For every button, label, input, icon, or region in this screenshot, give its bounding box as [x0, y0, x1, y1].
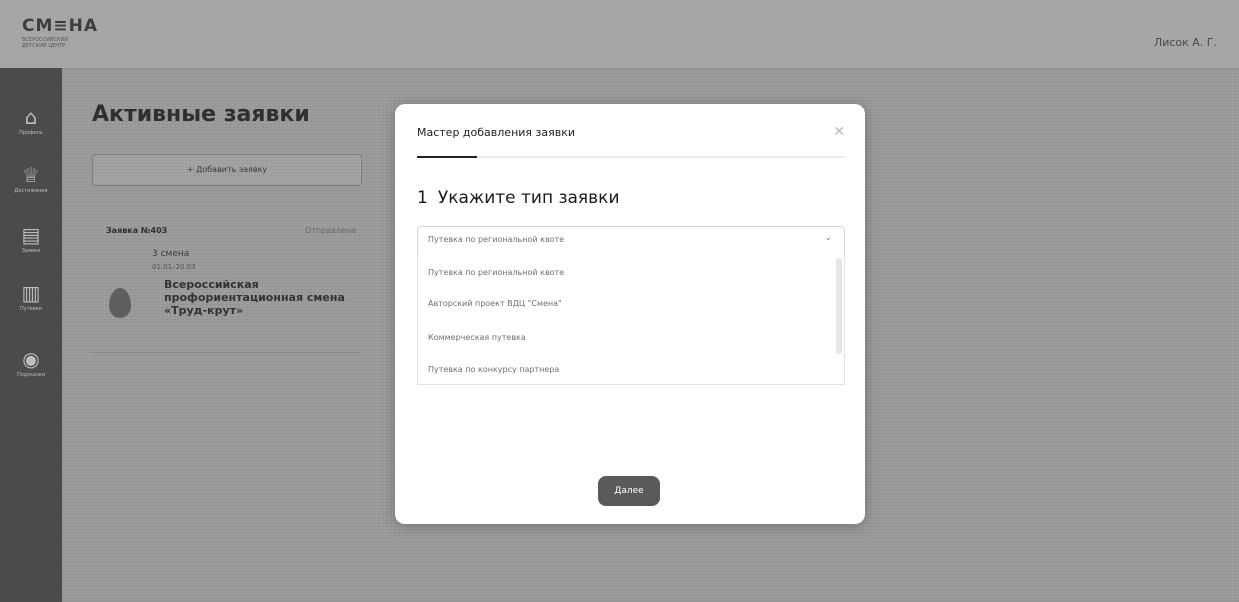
step-number: 1: [417, 188, 428, 208]
top-bar: СМ≡НА ВСЕРОССИЙСКИЙ ДЕТСКИЙ ЦЕНТР Лисок …: [0, 0, 1239, 69]
program-icon: [109, 288, 131, 318]
user-name[interactable]: Лисок А. Г.: [1154, 36, 1217, 49]
sidebar-item-label: Подсказки: [16, 372, 46, 378]
sidebar-item-label: Путевки: [20, 306, 42, 312]
application-number: Заявка №403: [106, 226, 168, 235]
option-regional-quota[interactable]: Путевка по региональной квоте: [428, 268, 564, 277]
select-value: Путевка по региональной квоте: [428, 235, 565, 244]
next-button[interactable]: Далее: [598, 476, 660, 506]
dropdown-options: Путевка по региональной квоте Авторский …: [417, 254, 845, 385]
wizard-progress: [417, 156, 845, 158]
page-title: Активные заявки: [92, 102, 310, 127]
sidebar-item-vouchers[interactable]: ▥ Путевки: [0, 282, 62, 313]
sidebar: ⌂ Профиль ♕ Достижения ▤ Заявки ▥ Путевк…: [0, 68, 62, 602]
voucher-icon: ▥: [21, 281, 41, 305]
chevron-up-icon[interactable]: ⌄: [824, 233, 832, 243]
trophy-icon: ♕: [22, 163, 40, 187]
profile-icon: ⌂: [24, 105, 38, 129]
dropdown-scrollbar[interactable]: [836, 258, 842, 354]
application-type-select[interactable]: Путевка по региональной квоте ⌄: [417, 226, 845, 256]
program-name[interactable]: Всероссийская профориентационная смена «…: [164, 278, 354, 317]
sidebar-item-profile[interactable]: ⌂ Профиль: [0, 106, 62, 137]
option-commercial[interactable]: Коммерческая путевка: [428, 333, 526, 342]
option-partner-contest[interactable]: Путевка по конкурсу партнера: [428, 365, 559, 374]
logo: СМ≡НА ВСЕРОССИЙСКИЙ ДЕТСКИЙ ЦЕНТР: [22, 16, 99, 50]
wizard-progress-fill: [417, 156, 477, 158]
add-application-button[interactable]: + Добавить заявку: [92, 154, 362, 186]
document-icon: ▤: [21, 223, 41, 247]
sidebar-item-applications[interactable]: ▤ Заявки: [0, 224, 62, 255]
shift-dates: 01.01–20.03: [152, 263, 196, 271]
add-application-modal: Мастер добавления заявки ✕ 1 Укажите тип …: [395, 104, 865, 524]
divider: [92, 352, 360, 353]
sidebar-item-label: Достижения: [14, 188, 48, 194]
sidebar-item-label: Профиль: [19, 130, 43, 136]
status-badge: Отправлена: [304, 226, 356, 235]
shift-label: 3 смена: [152, 249, 190, 259]
application-card-header: Заявка №403 Отправлена: [106, 226, 356, 235]
sidebar-item-help[interactable]: ◉ Подсказки: [0, 348, 62, 379]
modal-title: Мастер добавления заявки: [417, 126, 576, 139]
close-icon[interactable]: ✕: [833, 124, 845, 140]
option-author-project[interactable]: Авторский проект ВДЦ "Смена": [428, 299, 562, 308]
sidebar-item-label: Заявки: [21, 248, 41, 254]
globe-icon: ◉: [22, 347, 40, 371]
step-title: 1 Укажите тип заявки: [417, 188, 620, 208]
step-title-text: Укажите тип заявки: [437, 188, 620, 208]
logo-subtitle: ВСЕРОССИЙСКИЙ ДЕТСКИЙ ЦЕНТР: [22, 37, 69, 49]
logo-text: СМ≡НА: [22, 16, 99, 36]
sidebar-item-achievements[interactable]: ♕ Достижения: [0, 164, 62, 195]
